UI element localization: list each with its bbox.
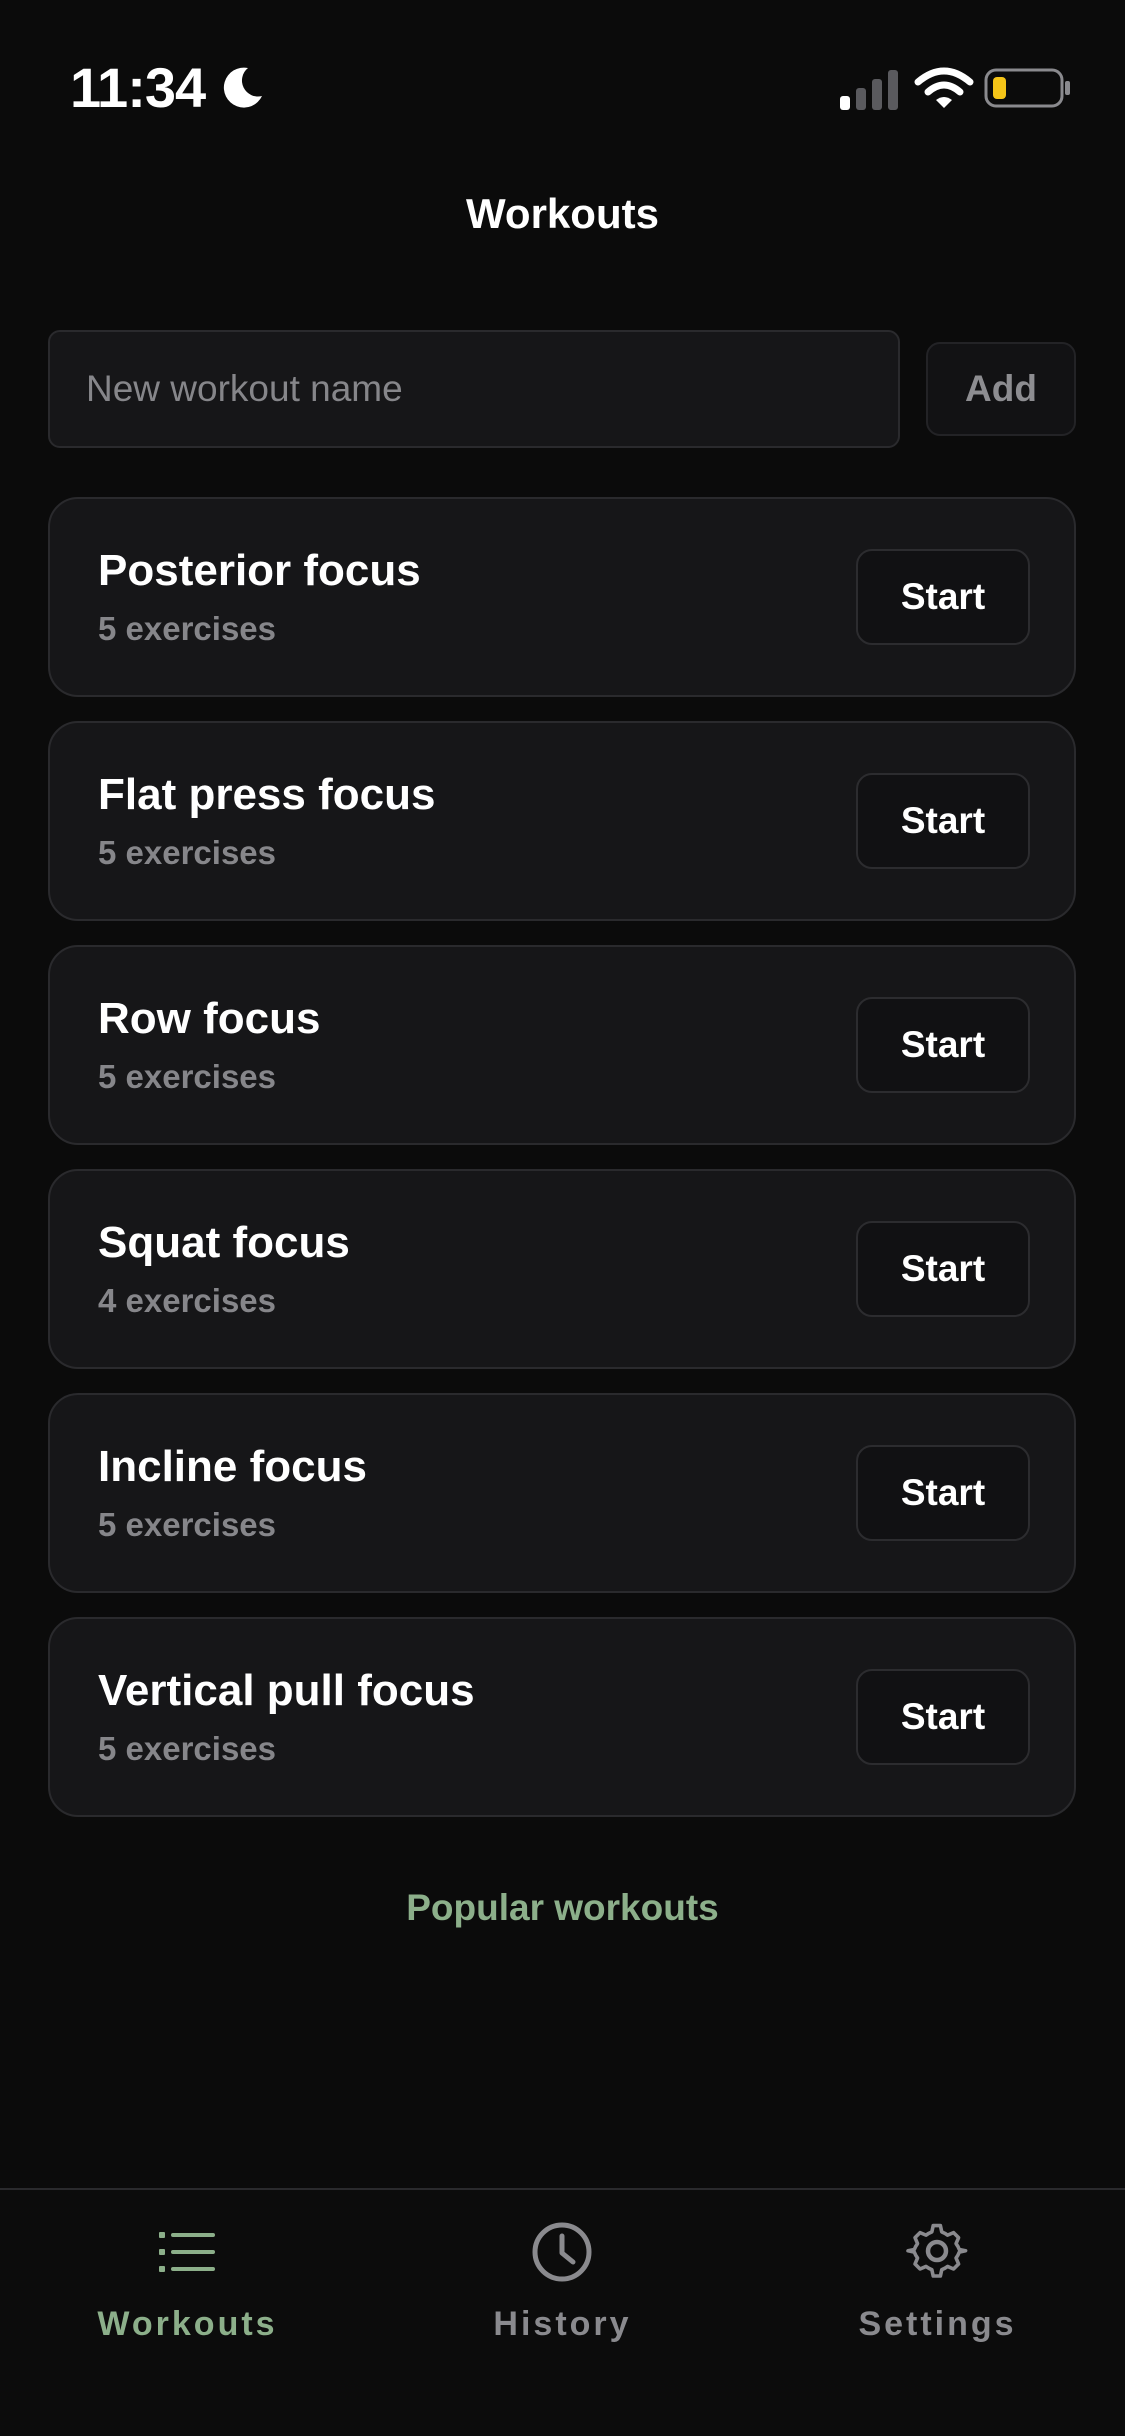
start-workout-button[interactable]: Start <box>856 773 1030 869</box>
tab-history[interactable]: History <box>375 2190 750 2370</box>
workout-card[interactable]: Squat focus 4 exercises Start <box>48 1169 1076 1369</box>
wifi-icon <box>914 67 974 108</box>
workout-name: Flat press focus <box>98 770 436 819</box>
workout-card[interactable]: Row focus 5 exercises Start <box>48 945 1076 1145</box>
popular-workouts-link[interactable]: Popular workouts <box>0 1884 1125 1932</box>
add-workout-button[interactable]: Add <box>926 342 1076 436</box>
gear-icon <box>906 2223 968 2278</box>
exercise-count: 5 exercises <box>98 834 277 871</box>
tab-label: History <box>493 2305 632 2343</box>
workout-name: Squat focus <box>98 1218 350 1267</box>
status-time: 11:34 <box>70 56 206 119</box>
workout-card[interactable]: Flat press focus 5 exercises Start <box>48 721 1076 921</box>
exercise-count: 5 exercises <box>98 610 277 647</box>
workout-name: Row focus <box>98 994 321 1043</box>
battery-icon <box>984 68 1070 108</box>
tab-bar: Workouts History Settings <box>0 2188 1125 2436</box>
workout-name: Vertical pull focus <box>98 1666 475 1715</box>
page-title: Workouts <box>466 190 659 237</box>
start-workout-button[interactable]: Start <box>856 1221 1030 1317</box>
moon-icon <box>223 67 262 108</box>
exercise-count: 4 exercises <box>98 1282 277 1319</box>
workout-list: Posterior focus 5 exercises Start Flat p… <box>48 497 1076 1841</box>
exercise-count: 5 exercises <box>98 1058 277 1095</box>
new-workout-name-input[interactable] <box>48 330 900 448</box>
exercise-count: 5 exercises <box>98 1506 277 1543</box>
workout-card[interactable]: Incline focus 5 exercises Start <box>48 1393 1076 1593</box>
tab-settings[interactable]: Settings <box>750 2190 1125 2370</box>
start-workout-button[interactable]: Start <box>856 1669 1030 1765</box>
start-workout-button[interactable]: Start <box>856 997 1030 1093</box>
tab-workouts[interactable]: Workouts <box>0 2190 375 2370</box>
exercise-count: 5 exercises <box>98 1730 277 1767</box>
list-icon <box>159 2232 215 2272</box>
workout-card[interactable]: Posterior focus 5 exercises Start <box>48 497 1076 697</box>
start-workout-button[interactable]: Start <box>856 1445 1030 1541</box>
tab-label: Settings <box>858 2305 1017 2343</box>
tab-label: Workouts <box>97 2305 278 2343</box>
start-workout-button[interactable]: Start <box>856 549 1030 645</box>
workout-name: Posterior focus <box>98 546 421 595</box>
signal-icon <box>840 70 898 110</box>
workout-name: Incline focus <box>98 1442 367 1491</box>
workout-card[interactable]: Vertical pull focus 5 exercises Start <box>48 1617 1076 1817</box>
clock-icon <box>532 2222 592 2282</box>
status-bar: 11:34 <box>0 0 1125 150</box>
